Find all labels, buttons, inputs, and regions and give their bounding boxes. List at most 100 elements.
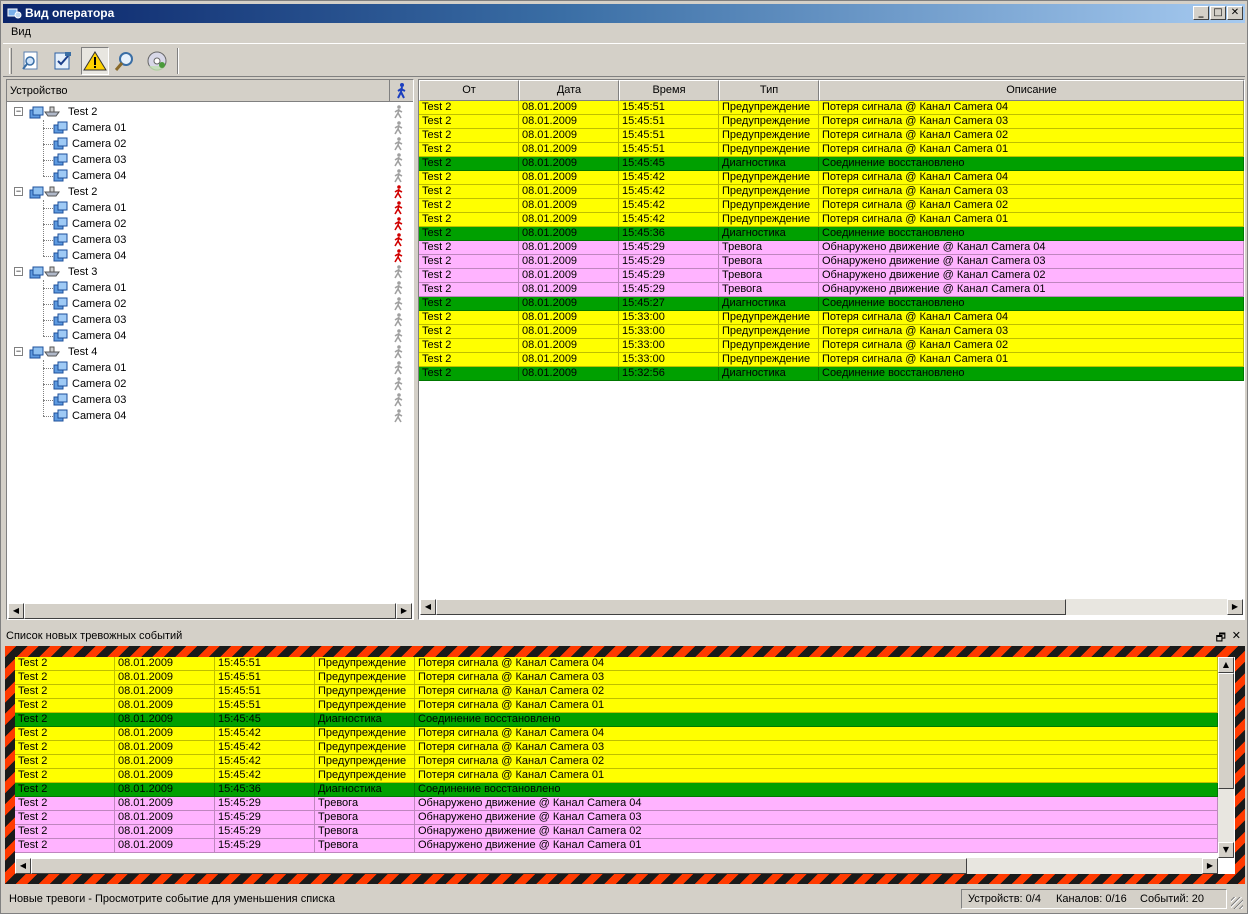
tree-camera-node[interactable]: Camera 02 — [7, 136, 413, 152]
scroll-thumb[interactable] — [436, 599, 1066, 615]
tree-camera-node[interactable]: Camera 04 — [7, 248, 413, 264]
tree-camera-node[interactable]: Camera 02 — [7, 376, 413, 392]
tree-camera-node[interactable]: Camera 04 — [7, 168, 413, 184]
maximize-button[interactable]: □ — [1210, 6, 1226, 20]
event-row[interactable]: Test 2 08.01.2009 15:45:42 Предупреждение По… — [15, 727, 1218, 741]
event-row[interactable]: Test 2 08.01.2009 15:45:51 Предупреждение По… — [419, 129, 1244, 143]
device-tree[interactable]: − Test 2 Camera 01 Camera 02 Camera 03 Camera… — [7, 102, 413, 602]
event-row[interactable]: Test 2 08.01.2009 15:45:29 Тревога Обнаружен… — [419, 241, 1244, 255]
tree-camera-node[interactable]: Camera 04 — [7, 328, 413, 344]
event-row[interactable]: Test 2 08.01.2009 15:45:51 Предупреждение По… — [15, 657, 1218, 671]
scroll-thumb[interactable] — [31, 858, 967, 874]
tree-hscrollbar[interactable]: ◀ ▶ — [8, 603, 412, 619]
column-header[interactable]: Описание — [819, 80, 1244, 101]
event-row[interactable]: Test 2 08.01.2009 15:33:00 Предупреждение По… — [419, 353, 1244, 367]
title-bar[interactable]: Вид оператора _ □ ✕ — [3, 4, 1245, 23]
magnifier-page-icon[interactable] — [17, 47, 45, 75]
event-cell-time: 15:45:51 — [619, 115, 719, 129]
menu-view[interactable]: Вид — [11, 26, 31, 38]
event-row[interactable]: Test 2 08.01.2009 15:45:29 Тревога Обнаружен… — [15, 797, 1218, 811]
collapse-toggle-icon[interactable]: − — [14, 187, 23, 196]
event-row[interactable]: Test 2 08.01.2009 15:45:51 Предупреждение По… — [15, 671, 1218, 685]
event-row[interactable]: Test 2 08.01.2009 15:32:56 Диагностика Соеди… — [419, 367, 1244, 381]
event-row[interactable]: Test 2 08.01.2009 15:45:29 Тревога Обнаружен… — [419, 269, 1244, 283]
column-header[interactable]: Тип — [719, 80, 819, 101]
collapse-toggle-icon[interactable]: − — [14, 107, 23, 116]
tree-camera-node[interactable]: Camera 04 — [7, 408, 413, 424]
resize-grip[interactable] — [1231, 897, 1243, 909]
tree-camera-node[interactable]: Camera 03 — [7, 392, 413, 408]
collapse-toggle-icon[interactable]: − — [14, 267, 23, 276]
tree-camera-node[interactable]: Camera 01 — [7, 360, 413, 376]
scroll-left-button[interactable]: ◀ — [8, 603, 24, 619]
tree-camera-node[interactable]: Camera 01 — [7, 120, 413, 136]
checklist-icon[interactable] — [49, 47, 77, 75]
scroll-left-button[interactable]: ◀ — [15, 858, 31, 874]
event-row[interactable]: Test 2 08.01.2009 15:33:00 Предупреждение По… — [419, 325, 1244, 339]
walking-person-icon — [393, 345, 405, 359]
event-row[interactable]: Test 2 08.01.2009 15:45:51 Предупреждение По… — [419, 143, 1244, 157]
device-column-header[interactable]: Устройство — [10, 85, 68, 97]
search-icon[interactable] — [111, 47, 139, 75]
scroll-thumb[interactable] — [24, 603, 396, 619]
event-row[interactable]: Test 2 08.01.2009 15:45:42 Предупреждение По… — [15, 769, 1218, 783]
event-row[interactable]: Test 2 08.01.2009 15:45:36 Диагностика Соеди… — [419, 227, 1244, 241]
column-header[interactable]: Дата — [519, 80, 619, 101]
alarm-hscrollbar[interactable]: ◀ ▶ — [15, 858, 1218, 874]
event-row[interactable]: Test 2 08.01.2009 15:45:29 Тревога Обнаружен… — [15, 811, 1218, 825]
alarm-vscrollbar[interactable]: ▲ ▼ — [1218, 657, 1234, 858]
event-row[interactable]: Test 2 08.01.2009 15:45:29 Тревога Обнаружен… — [419, 283, 1244, 297]
event-row[interactable]: Test 2 08.01.2009 15:45:42 Предупреждение По… — [419, 185, 1244, 199]
scroll-right-button[interactable]: ▶ — [1227, 599, 1243, 615]
walking-person-icon[interactable] — [389, 80, 413, 102]
tree-camera-node[interactable]: Camera 03 — [7, 232, 413, 248]
minimize-button[interactable]: _ — [1193, 6, 1209, 20]
event-row[interactable]: Test 2 08.01.2009 15:33:00 Предупреждение По… — [419, 311, 1244, 325]
collapse-toggle-icon[interactable]: − — [14, 347, 23, 356]
event-row[interactable]: Test 2 08.01.2009 15:45:45 Диагностика Соеди… — [419, 157, 1244, 171]
scroll-right-button[interactable]: ▶ — [1202, 858, 1218, 874]
scroll-thumb[interactable] — [1218, 673, 1234, 789]
tree-group-node[interactable]: − Test 2 — [7, 104, 413, 120]
alarm-list[interactable]: Test 2 08.01.2009 15:45:51 Предупреждение По… — [15, 657, 1235, 874]
scroll-up-button[interactable]: ▲ — [1218, 657, 1234, 673]
event-row[interactable]: Test 2 08.01.2009 15:45:29 Тревога Обнаружен… — [419, 255, 1244, 269]
event-row[interactable]: Test 2 08.01.2009 15:45:29 Тревога Обнаружен… — [15, 839, 1218, 853]
tree-camera-node[interactable]: Camera 02 — [7, 296, 413, 312]
scroll-down-button[interactable]: ▼ — [1218, 842, 1234, 858]
event-row[interactable]: Test 2 08.01.2009 15:45:42 Предупреждение По… — [419, 199, 1244, 213]
tree-camera-node[interactable]: Camera 01 — [7, 200, 413, 216]
tree-group-node[interactable]: − Test 3 — [7, 264, 413, 280]
tree-camera-node[interactable]: Camera 03 — [7, 152, 413, 168]
close-button[interactable]: ✕ — [1227, 6, 1243, 20]
event-row[interactable]: Test 2 08.01.2009 15:45:51 Предупреждение По… — [15, 699, 1218, 713]
tree-camera-node[interactable]: Camera 02 — [7, 216, 413, 232]
event-row[interactable]: Test 2 08.01.2009 15:45:27 Диагностика Соеди… — [419, 297, 1244, 311]
event-row[interactable]: Test 2 08.01.2009 15:45:42 Предупреждение По… — [15, 755, 1218, 769]
event-row[interactable]: Test 2 08.01.2009 15:45:51 Предупреждение По… — [419, 101, 1244, 115]
tree-camera-node[interactable]: Camera 03 — [7, 312, 413, 328]
event-row[interactable]: Test 2 08.01.2009 15:45:42 Предупреждение По… — [419, 213, 1244, 227]
event-row[interactable]: Test 2 08.01.2009 15:45:42 Предупреждение По… — [419, 171, 1244, 185]
disc-settings-icon[interactable] — [143, 47, 171, 75]
scroll-left-button[interactable]: ◀ — [420, 599, 436, 615]
event-row[interactable]: Test 2 08.01.2009 15:45:51 Предупреждение По… — [419, 115, 1244, 129]
scroll-right-button[interactable]: ▶ — [396, 603, 412, 619]
column-header[interactable]: Время — [619, 80, 719, 101]
tree-group-node[interactable]: − Test 4 — [7, 344, 413, 360]
event-row[interactable]: Test 2 08.01.2009 15:45:42 Предупреждение По… — [15, 741, 1218, 755]
event-row[interactable]: Test 2 08.01.2009 15:45:36 Диагностика Соеди… — [15, 783, 1218, 797]
grid-hscrollbar[interactable]: ◀ ▶ — [420, 599, 1243, 615]
event-row[interactable]: Test 2 08.01.2009 15:33:00 Предупреждение По… — [419, 339, 1244, 353]
close-panel-icon[interactable]: ✕ — [1232, 629, 1241, 642]
warning-icon[interactable] — [81, 47, 109, 75]
event-cell-type: Тревога — [719, 283, 819, 297]
tree-group-node[interactable]: − Test 2 — [7, 184, 413, 200]
event-cell-type: Предупреждение — [719, 339, 819, 353]
toolbar-grip[interactable] — [9, 48, 12, 74]
event-row[interactable]: Test 2 08.01.2009 15:45:51 Предупреждение По… — [15, 685, 1218, 699]
tree-camera-node[interactable]: Camera 01 — [7, 280, 413, 296]
column-header[interactable]: От — [419, 80, 519, 101]
event-row[interactable]: Test 2 08.01.2009 15:45:45 Диагностика Соеди… — [15, 713, 1218, 727]
event-row[interactable]: Test 2 08.01.2009 15:45:29 Тревога Обнаружен… — [15, 825, 1218, 839]
